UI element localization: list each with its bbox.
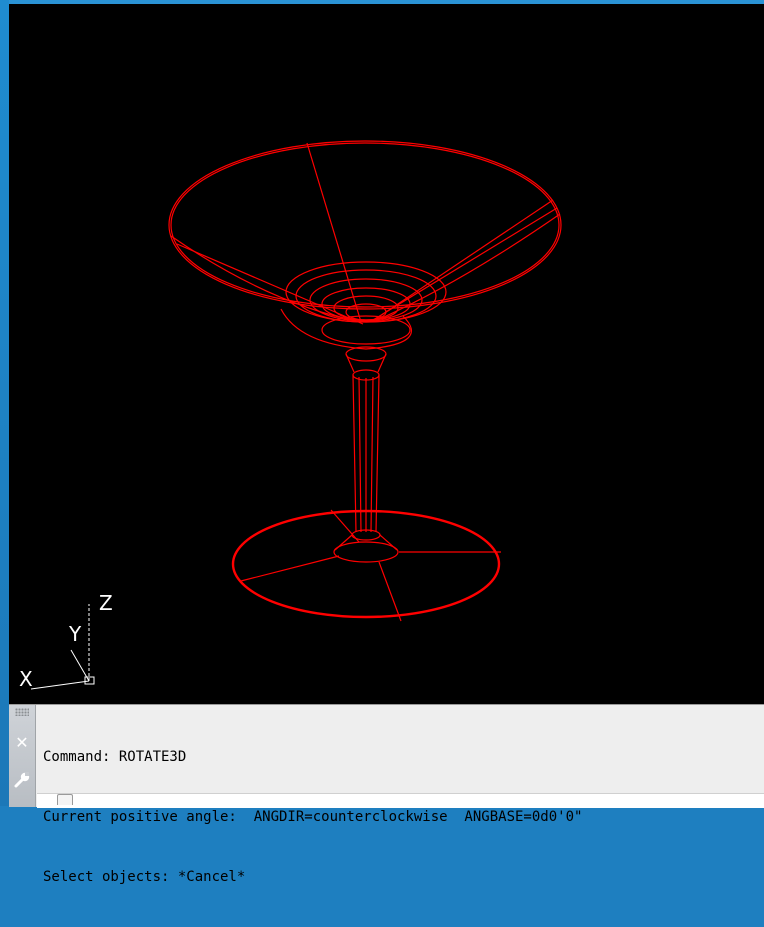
prompt-icon[interactable]: [57, 794, 73, 805]
command-history-line: Current positive angle: ANGDIR=countercl…: [43, 809, 583, 825]
bowl-segment-line-3: [372, 207, 558, 321]
command-history-line: Command: ROTATE3D: [43, 749, 187, 765]
grip-icon[interactable]: [15, 708, 29, 716]
command-line-sidebar: ✕: [9, 705, 36, 807]
ucs-x-label: X: [19, 667, 33, 691]
window-left-border: [0, 0, 9, 806]
bowl-side-left: [170, 235, 362, 323]
drawing-viewport[interactable]: X Y Z: [9, 4, 764, 704]
ucs-z-label: Z: [99, 591, 113, 615]
command-history-line: Select objects: *Cancel*: [43, 869, 246, 885]
ucs-y-label: Y: [68, 622, 82, 646]
bowl-rim-inner: [170, 142, 560, 308]
model-space-canvas[interactable]: X Y Z: [9, 4, 764, 704]
close-icon[interactable]: ✕: [12, 733, 32, 753]
bowl-rim: [168, 140, 562, 310]
stem-collar: [345, 353, 387, 373]
bowl-segment-line-2: [370, 199, 554, 323]
stem: [352, 374, 380, 533]
wrench-icon[interactable]: [13, 771, 31, 789]
martini-glass-model[interactable]: [168, 140, 562, 622]
bowl-ring-1: [285, 261, 447, 323]
bowl-segment-line-1: [306, 142, 362, 323]
ucs-icon[interactable]: X Y Z: [19, 591, 113, 691]
command-history: Command: ROTATE3D Current positive angle…: [43, 707, 758, 927]
ucs-y-axis: [70, 649, 90, 682]
ucs-x-axis: [30, 680, 90, 690]
foot-collar-bottom: [333, 541, 399, 563]
command-line-panel: ✕ Command: ROTATE3D Current positive ang…: [9, 704, 764, 885]
